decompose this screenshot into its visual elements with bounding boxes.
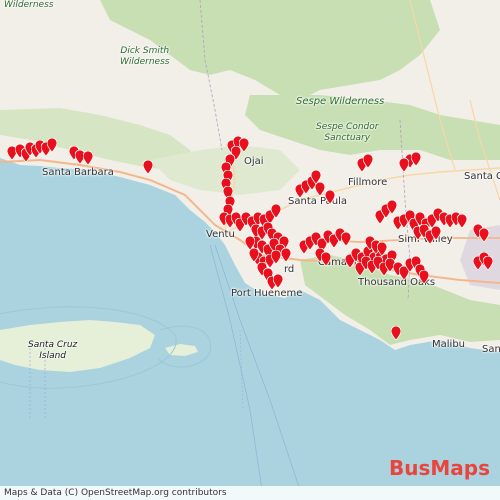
sespe-condor-sanctuary-label: Sespe Condor Sanctuary: [316, 122, 379, 143]
ventura-label: Ventu: [206, 229, 235, 240]
sespe-wilderness-label: Sespe Wilderness: [296, 96, 385, 107]
santa-barbara-label: Santa Barbara: [42, 167, 114, 178]
dick-smith-wilderness-label: Dick Smith Wilderness: [120, 46, 170, 67]
wilderness-label-top: Wilderness: [4, 0, 54, 10]
map-attribution: Maps & Data (C) OpenStreetMap.org contri…: [0, 486, 500, 500]
ojai-label: Ojai: [244, 156, 264, 167]
santa-cruz-island-label: Santa Cruz Island: [28, 340, 78, 361]
fillmore-label: Fillmore: [348, 177, 388, 188]
busmaps-logo[interactable]: BusMaps: [389, 456, 490, 480]
santa-monica-label: Santa: [482, 344, 500, 355]
malibu-label: Malibu: [432, 339, 465, 350]
map-viewport[interactable]: Wilderness Dick Smith Wilderness Sespe W…: [0, 0, 500, 500]
oxnard-label: rd: [284, 264, 295, 275]
santa-clarita-label: Santa C: [464, 171, 500, 182]
